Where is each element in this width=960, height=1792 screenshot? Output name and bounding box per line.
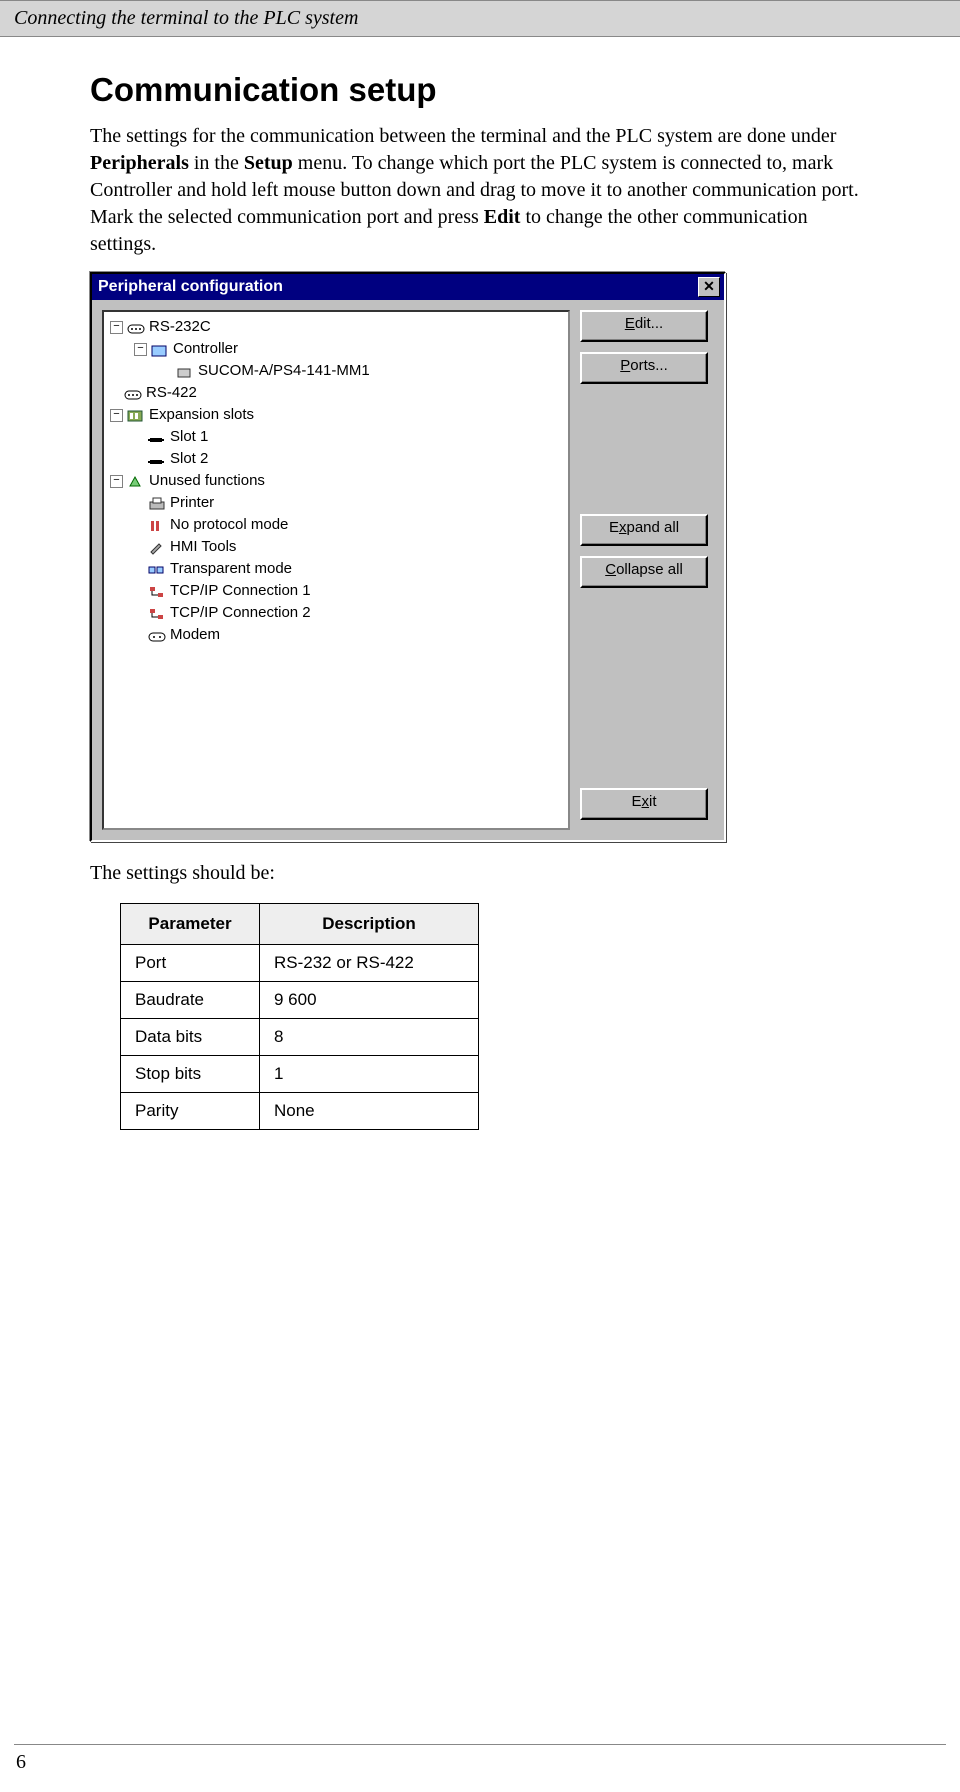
modem-icon (148, 628, 166, 642)
tools-icon (148, 540, 166, 554)
transparent-icon (148, 562, 166, 576)
tree-noproto[interactable]: No protocol mode (106, 514, 566, 536)
network-icon (148, 584, 166, 598)
tree-slot1[interactable]: Slot 1 (106, 426, 566, 448)
table-row: Stop bits1 (121, 1056, 479, 1093)
collapse-icon[interactable]: − (134, 343, 147, 356)
tree-tcpip2[interactable]: TCP/IP Connection 2 (106, 602, 566, 624)
close-icon[interactable]: ✕ (698, 277, 720, 297)
exit-button[interactable]: Exit (580, 788, 708, 820)
tree-transparent[interactable]: Transparent mode (106, 558, 566, 580)
table-row: Data bits8 (121, 1019, 479, 1056)
table-header-description: Description (260, 904, 479, 945)
page-heading: Communication setup (90, 71, 870, 109)
tree-slot2[interactable]: Slot 2 (106, 448, 566, 470)
intro-paragraph: The settings for the communication betwe… (90, 123, 870, 258)
page-number: 6 (0, 1751, 960, 1774)
tree-hmi[interactable]: HMI Tools (106, 536, 566, 558)
header-title: Connecting the terminal to the PLC syste… (14, 7, 358, 29)
printer-icon (148, 496, 166, 510)
tree-expansion[interactable]: − Expansion slots (106, 404, 566, 426)
port-icon (127, 320, 145, 334)
edit-button[interactable]: Edit... (580, 310, 708, 342)
dialog-title: Peripheral configuration (98, 278, 283, 296)
collapse-icon[interactable]: − (110, 321, 123, 334)
slots-icon (127, 408, 145, 422)
chip-icon (176, 364, 194, 378)
table-row: Baudrate9 600 (121, 982, 479, 1019)
tree-tcpip1[interactable]: TCP/IP Connection 1 (106, 580, 566, 602)
collapse-icon[interactable]: − (110, 475, 123, 488)
slot-icon (148, 430, 166, 444)
table-header-parameter: Parameter (121, 904, 260, 945)
slot-icon (148, 452, 166, 466)
collapse-icon[interactable]: − (110, 409, 123, 422)
port-icon (124, 386, 142, 400)
peripheral-config-dialog: Peripheral configuration ✕ − RS-232C − C… (90, 272, 726, 842)
recycle-icon (127, 474, 145, 488)
tree-driver[interactable]: SUCOM-A/PS4-141-MM1 (106, 360, 566, 382)
tree-view[interactable]: − RS-232C − Controller SUCOM-A/PS4-141-M… (102, 310, 570, 830)
collapse-all-button[interactable]: Collapse all (580, 556, 708, 588)
table-row: ParityNone (121, 1093, 479, 1130)
tree-rs232c[interactable]: − RS-232C (106, 316, 566, 338)
expand-all-button[interactable]: Expand all (580, 514, 708, 546)
tree-unused[interactable]: − Unused functions (106, 470, 566, 492)
page-header: Connecting the terminal to the PLC syste… (0, 0, 960, 37)
tree-controller[interactable]: − Controller (106, 338, 566, 360)
noproto-icon (148, 518, 166, 532)
network-icon (148, 606, 166, 620)
settings-table: Parameter Description PortRS-232 or RS-4… (120, 903, 479, 1130)
tree-rs422[interactable]: RS-422 (106, 382, 566, 404)
dialog-titlebar[interactable]: Peripheral configuration ✕ (92, 274, 724, 300)
settings-intro: The settings should be: (90, 862, 870, 885)
controller-icon (151, 342, 169, 356)
page-footer: 6 (0, 1744, 960, 1774)
tree-modem[interactable]: Modem (106, 624, 566, 646)
ports-button[interactable]: Ports... (580, 352, 708, 384)
table-row: PortRS-232 or RS-422 (121, 945, 479, 982)
tree-printer[interactable]: Printer (106, 492, 566, 514)
